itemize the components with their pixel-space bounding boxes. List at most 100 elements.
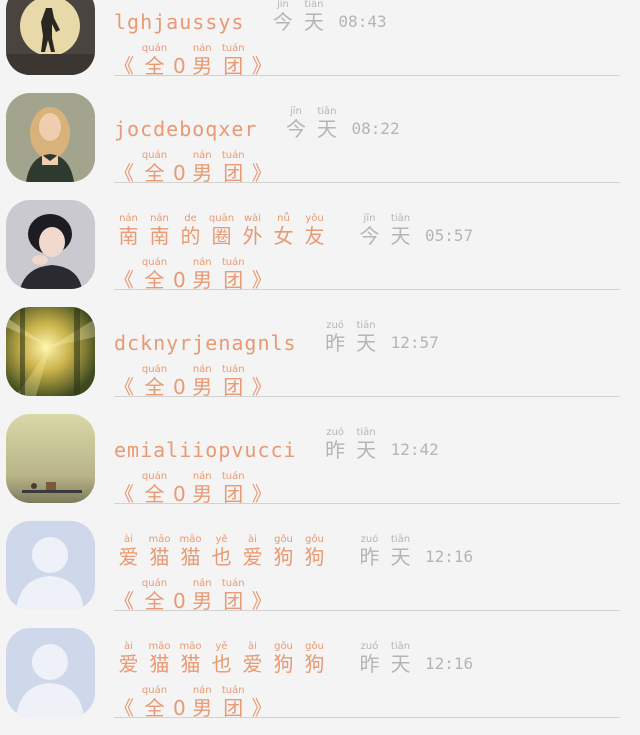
day-char: tiān 天 xyxy=(386,534,415,569)
chat-content: lghjaussys jīn 今 tiān 天 08:43 《 quán 全 0 nán 男 tuán 团… xyxy=(114,0,620,93)
hanzi: 天 xyxy=(390,545,411,569)
group-char: nán 男 xyxy=(188,685,217,720)
contact-name-text: emialiiopvucci xyxy=(114,438,297,462)
hanzi: 狗 xyxy=(273,545,294,569)
group-char: tuán 团 xyxy=(219,578,248,613)
contact-name: emialiiopvucci xyxy=(114,438,297,462)
time-text: 08:43 xyxy=(338,12,387,31)
hanzi: 爱 xyxy=(242,545,263,569)
avatar[interactable] xyxy=(6,628,95,717)
pinyin: gǒu xyxy=(305,534,324,545)
time-text: 12:57 xyxy=(390,333,439,352)
pinyin: yě xyxy=(215,641,228,652)
pinyin: māo xyxy=(179,534,202,545)
pinyin: jīn xyxy=(290,106,302,117)
pinyin: ài xyxy=(248,641,257,652)
pinyin: yě xyxy=(215,534,228,545)
pinyin: quán xyxy=(141,685,168,696)
group-label: 《 quán 全 0 nán 男 tuán 团》 xyxy=(114,38,272,78)
divider xyxy=(114,289,620,290)
day-char: tiān 天 xyxy=(352,320,381,355)
name-char: yě 也 xyxy=(207,534,236,569)
avatar[interactable] xyxy=(6,0,95,75)
day-char: tiān 天 xyxy=(386,641,415,676)
group-char: quán 全 xyxy=(140,364,169,399)
contact-name: ài 爱 māo 猫 māo 猫 yě 也 ài 爱 gǒu 狗 gǒu 狗 xyxy=(114,534,331,569)
pinyin: māo xyxy=(148,534,171,545)
hanzi: 猫 xyxy=(149,545,170,569)
hanzi: 爱 xyxy=(118,652,139,676)
timestamp: jīn 今 tiān 天 05:57 xyxy=(355,213,474,248)
name-char: nán 南 xyxy=(114,213,143,248)
divider xyxy=(114,75,620,76)
group-label: 《 quán 全 0 nán 男 tuán 团》 xyxy=(114,466,272,506)
avatar[interactable] xyxy=(6,414,95,503)
pinyin: tuán xyxy=(221,364,245,375)
day-char: zuó 昨 xyxy=(321,427,350,462)
day-char: tiān 天 xyxy=(386,213,415,248)
pinyin: quán xyxy=(141,257,168,268)
group-char: nán 男 xyxy=(188,578,217,613)
avatar[interactable] xyxy=(6,307,95,396)
contact-name: ài 爱 māo 猫 māo 猫 yě 也 ài 爱 gǒu 狗 gǒu 狗 xyxy=(114,641,331,676)
pinyin: quán xyxy=(141,578,168,589)
group-char: tuán 团 xyxy=(219,471,248,506)
chat-row[interactable]: jocdeboqxer jīn 今 tiān 天 08:22 《 quán 全 0 nán 男 tuán… xyxy=(0,93,640,200)
group-char: tuán 团 xyxy=(219,685,248,720)
pinyin: gǒu xyxy=(305,641,324,652)
avatar[interactable] xyxy=(6,521,95,610)
chat-row[interactable]: lghjaussys jīn 今 tiān 天 08:43 《 quán 全 0 nán 男 tuán 团… xyxy=(0,0,640,93)
time-text: 12:16 xyxy=(425,654,474,673)
hanzi: 狗 xyxy=(273,652,294,676)
day-char: tiān 天 xyxy=(312,106,341,141)
pinyin: māo xyxy=(179,641,202,652)
name-char: gǒu 狗 xyxy=(269,641,298,676)
chat-row[interactable]: ài 爱 māo 猫 māo 猫 yě 也 ài 爱 gǒu 狗 gǒu 狗 zuó 昨 tiān 天 12:16 《… xyxy=(0,628,640,735)
pinyin: nán xyxy=(192,43,212,54)
name-char: gǒu 狗 xyxy=(300,534,329,569)
day-char: tiān 天 xyxy=(299,0,328,34)
chat-row[interactable]: ài 爱 māo 猫 māo 猫 yě 也 ài 爱 gǒu 狗 gǒu 狗 zuó 昨 tiān 天 12:16 《… xyxy=(0,521,640,628)
chat-row[interactable]: nán 南 nán 南 de 的 quān 圈 wài 外 nǚ 女 yǒu 友 jīn 今 tiān 天 05:5… xyxy=(0,200,640,307)
name-char: gǒu 狗 xyxy=(300,641,329,676)
chat-content: ài 爱 māo 猫 māo 猫 yě 也 ài 爱 gǒu 狗 gǒu 狗 zuó 昨 tiān 天 12:16 《… xyxy=(114,521,620,628)
divider xyxy=(114,396,620,397)
chat-content: dcknyrjenagnls zuó 昨 tiān 天 12:57 《 quán 全 0 nán 男 t… xyxy=(114,307,620,414)
chat-header: nán 南 nán 南 de 的 quān 圈 wài 外 nǚ 女 yǒu 友 jīn 今 tiān 天 05:5… xyxy=(114,200,474,248)
hanzi: 猫 xyxy=(149,652,170,676)
timestamp: zuó 昨 tiān 天 12:16 xyxy=(355,641,474,676)
group-char: quán 全 xyxy=(140,150,169,185)
contact-name: lghjaussys xyxy=(114,10,244,34)
hanzi: 猫 xyxy=(180,545,201,569)
hanzi: 圈 xyxy=(211,224,232,248)
pinyin: quān xyxy=(208,213,235,224)
day-char: jīn 今 xyxy=(281,106,310,141)
divider xyxy=(114,610,620,611)
hanzi: 今 xyxy=(272,10,293,34)
name-char: nǚ 女 xyxy=(269,213,298,248)
timestamp: zuó 昨 tiān 天 12:16 xyxy=(355,534,474,569)
name-char: māo 猫 xyxy=(145,641,174,676)
pinyin: ài xyxy=(124,534,133,545)
divider xyxy=(114,503,620,504)
avatar[interactable] xyxy=(6,93,95,182)
avatar[interactable] xyxy=(6,200,95,289)
chat-row[interactable]: emialiiopvucci zuó 昨 tiān 天 12:42 《 quán 全 0 nán 男 t… xyxy=(0,414,640,521)
group-char: nán 男 xyxy=(188,150,217,185)
name-char: yě 也 xyxy=(207,641,236,676)
pinyin: quán xyxy=(141,43,168,54)
chat-row[interactable]: dcknyrjenagnls zuó 昨 tiān 天 12:57 《 quán 全 0 nán 男 t… xyxy=(0,307,640,414)
group-char: tuán 团 xyxy=(219,257,248,292)
hanzi: 今 xyxy=(359,224,380,248)
chat-header: ài 爱 māo 猫 māo 猫 yě 也 ài 爱 gǒu 狗 gǒu 狗 zuó 昨 tiān 天 12:16 xyxy=(114,628,474,676)
group-label: 《 quán 全 0 nán 男 tuán 团》 xyxy=(114,680,272,720)
pinyin: quán xyxy=(141,364,168,375)
pinyin: quán xyxy=(141,150,168,161)
group-char: tuán 团 xyxy=(219,43,248,78)
pinyin: de xyxy=(184,213,197,224)
hanzi: 的 xyxy=(180,224,201,248)
pinyin: wài xyxy=(243,213,262,224)
pinyin: tiān xyxy=(304,0,324,10)
hanzi: 南 xyxy=(149,224,170,248)
group-char: nán 男 xyxy=(188,257,217,292)
